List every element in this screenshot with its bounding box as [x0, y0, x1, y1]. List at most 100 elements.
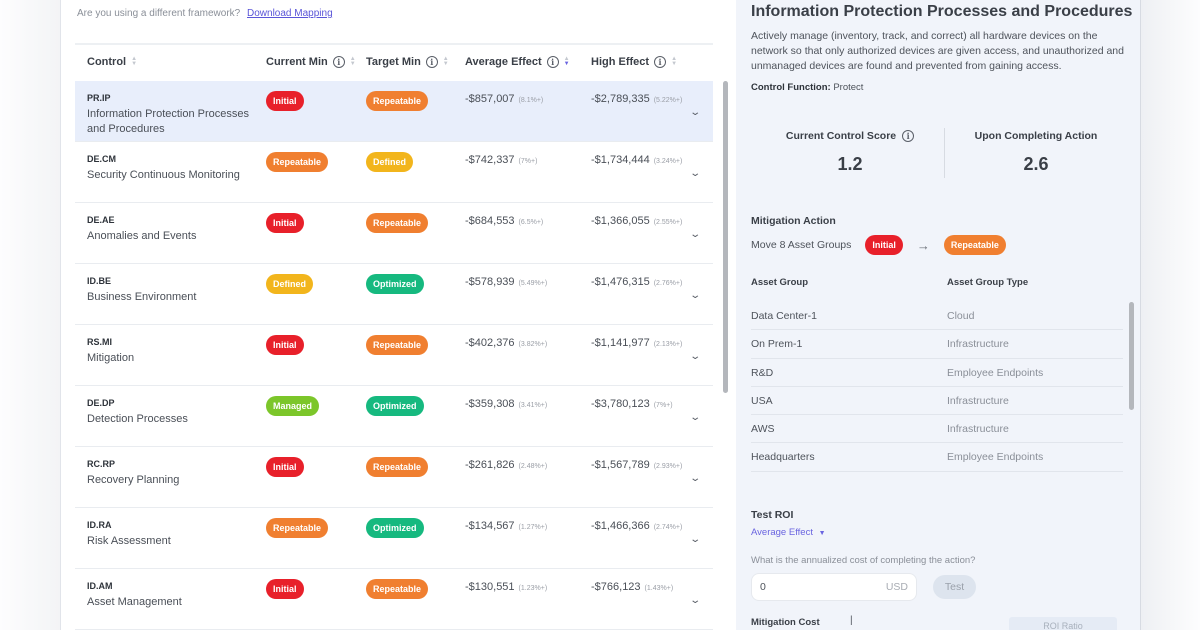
- control-code: ID.BE: [87, 276, 112, 286]
- average-effect: -$857,007 (8.1%+): [465, 93, 544, 105]
- effect-select[interactable]: Average Effect ▼: [751, 527, 826, 538]
- mitigation-action-title: Mitigation Action: [751, 215, 836, 227]
- table-row[interactable]: DE.AE Anomalies and Events Initial Repea…: [75, 203, 713, 264]
- high-effect: -$3,780,123 (7%+): [591, 398, 673, 410]
- control-code: ID.AM: [87, 581, 113, 591]
- asset-group-list: Data Center-1 Cloud On Prem-1 Infrastruct…: [751, 302, 1123, 472]
- target-min-badge: Optimized: [366, 274, 424, 294]
- score-divider: [944, 128, 945, 178]
- target-min-badge: Optimized: [366, 518, 424, 538]
- current-min-badge: Defined: [266, 274, 314, 294]
- table-row[interactable]: ID.AM Asset Management Initial Repeatabl…: [75, 569, 713, 630]
- control-code: DE.DP: [87, 398, 115, 408]
- average-effect: -$684,553 (6.5%+): [465, 215, 544, 227]
- asset-group-type: Infrastructure: [947, 394, 1009, 407]
- asset-group-name: Data Center-1: [751, 310, 817, 322]
- asset-group-row: Data Center-1 Cloud: [751, 302, 1123, 331]
- asset-group-type-header: Asset Group Type: [947, 277, 1029, 288]
- table-row[interactable]: PR.IP Information Protection Processes a…: [75, 81, 713, 142]
- high-effect: -$1,567,789 (2.93%+): [591, 459, 683, 471]
- info-icon[interactable]: i: [902, 130, 915, 142]
- cost-question: What is the annualized cost of completin…: [751, 555, 976, 566]
- asset-group-row: R&D Employee Endpoints: [751, 359, 1123, 387]
- current-min-badge: Repeatable: [266, 152, 329, 172]
- table-row[interactable]: ID.BE Business Environment Defined Optim…: [75, 264, 713, 325]
- header-divider: [75, 43, 713, 45]
- test-button[interactable]: Test: [933, 575, 976, 599]
- sort-icon[interactable]: ▲ ▼: [671, 56, 677, 67]
- table-body: PR.IP Information Protection Processes a…: [75, 81, 713, 630]
- control-code: PR.IP: [87, 93, 111, 103]
- control-name: Risk Assessment: [87, 535, 171, 547]
- sort-icon[interactable]: ▲ ▼: [443, 56, 449, 67]
- chevron-down-icon[interactable]: ⌄: [689, 351, 701, 362]
- table-row[interactable]: DE.CM Security Continuous Monitoring Rep…: [75, 142, 713, 203]
- chevron-down-icon[interactable]: ⌄: [689, 290, 701, 301]
- currency-label: USD: [885, 581, 908, 593]
- column-header-current-min[interactable]: Current Min i ▲ ▼: [266, 56, 356, 68]
- current-min-badge: Initial: [266, 335, 304, 355]
- panel-title: Information Protection Processes and Pro…: [751, 3, 1133, 20]
- detail-panel: Information Protection Processes and Pro…: [736, 0, 1140, 630]
- table-row[interactable]: ID.RA Risk Assessment Repeatable Optimiz…: [75, 508, 713, 569]
- chevron-down-icon[interactable]: ⌄: [689, 534, 701, 545]
- asset-group-name: AWS: [751, 423, 775, 436]
- upon-score-value: 2.6: [1023, 154, 1049, 174]
- info-icon[interactable]: i: [425, 56, 438, 68]
- average-effect: -$261,826 (2.48%+): [465, 459, 548, 471]
- current-min-badge: Managed: [266, 396, 320, 416]
- info-icon[interactable]: i: [546, 56, 559, 68]
- target-min-badge: Defined: [366, 152, 414, 172]
- asset-group-row: On Prem-1 Infrastructure: [751, 330, 1123, 359]
- chevron-down-icon[interactable]: ⌄: [689, 229, 701, 240]
- sort-desc-icon[interactable]: ▲ ▼: [564, 56, 570, 67]
- chevron-down-icon[interactable]: ⌄: [689, 168, 701, 179]
- target-min-badge: Repeatable: [366, 579, 429, 599]
- high-effect: -$766,123 (1.43%+): [591, 581, 674, 593]
- control-code: DE.CM: [87, 154, 116, 164]
- control-name: Business Environment: [87, 291, 197, 303]
- mitigation-text: Move 8 Asset Groups: [751, 239, 852, 251]
- control-name: Information Protection Processes and Pro…: [87, 108, 250, 135]
- table-scrollbar[interactable]: [723, 81, 728, 393]
- asset-group-name: On Prem-1: [751, 338, 803, 351]
- control-name: Mitigation: [87, 352, 135, 364]
- control-function: Control Function: Protect: [751, 82, 864, 93]
- info-icon[interactable]: i: [654, 56, 667, 68]
- asset-group-name: Headquarters: [751, 451, 815, 464]
- target-min-badge: Optimized: [366, 396, 424, 416]
- current-min-badge: Repeatable: [266, 518, 329, 538]
- column-header-high-effect[interactable]: High Effect i ▲ ▼: [591, 56, 677, 68]
- text-cursor: |: [850, 615, 853, 626]
- control-name: Anomalies and Events: [87, 230, 197, 242]
- asset-group-header: Asset Group: [751, 277, 809, 288]
- current-score-value: 1.2: [837, 154, 863, 174]
- average-effect: -$130,551 (1.23%+): [465, 581, 548, 593]
- table-row[interactable]: DE.DP Detection Processes Managed Optimi…: [75, 386, 713, 447]
- asset-group-scrollbar[interactable]: [1129, 302, 1134, 410]
- chevron-down-icon[interactable]: ⌄: [689, 412, 701, 423]
- current-min-badge: Initial: [266, 213, 304, 233]
- info-icon[interactable]: i: [332, 56, 345, 68]
- control-name: Security Continuous Monitoring: [87, 169, 240, 181]
- current-min-badge: Initial: [266, 579, 304, 599]
- column-header-control[interactable]: Control ▲ ▼: [87, 56, 137, 68]
- target-min-badge: Repeatable: [366, 91, 429, 111]
- chevron-down-icon[interactable]: ⌄: [689, 107, 701, 118]
- control-code: ID.RA: [87, 520, 112, 530]
- asset-group-type: Employee Endpoints: [947, 451, 1044, 464]
- average-effect: -$134,567 (1.27%+): [465, 520, 548, 532]
- column-header-average-effect[interactable]: Average Effect i ▲ ▼: [465, 56, 570, 68]
- chevron-down-icon[interactable]: ⌄: [689, 595, 701, 606]
- download-mapping-link[interactable]: Download Mapping: [247, 8, 333, 19]
- table-row[interactable]: RC.RP Recovery Planning Initial Repeatab…: [75, 447, 713, 508]
- sort-icon[interactable]: ▲ ▼: [350, 56, 356, 67]
- sort-icon[interactable]: ▲ ▼: [131, 56, 137, 67]
- column-header-target-min[interactable]: Target Min i ▲ ▼: [366, 56, 449, 68]
- annual-cost-input[interactable]: 0 USD: [751, 573, 917, 601]
- mitigation-cost-label: Mitigation Cost: [751, 617, 820, 628]
- controls-table-pane: Are you using a different framework? Dow…: [60, 0, 736, 630]
- chevron-down-icon[interactable]: ⌄: [689, 473, 701, 484]
- high-effect: -$1,734,444 (3.24%+): [591, 154, 683, 166]
- table-row[interactable]: RS.MI Mitigation Initial Repeatable -$40…: [75, 325, 713, 386]
